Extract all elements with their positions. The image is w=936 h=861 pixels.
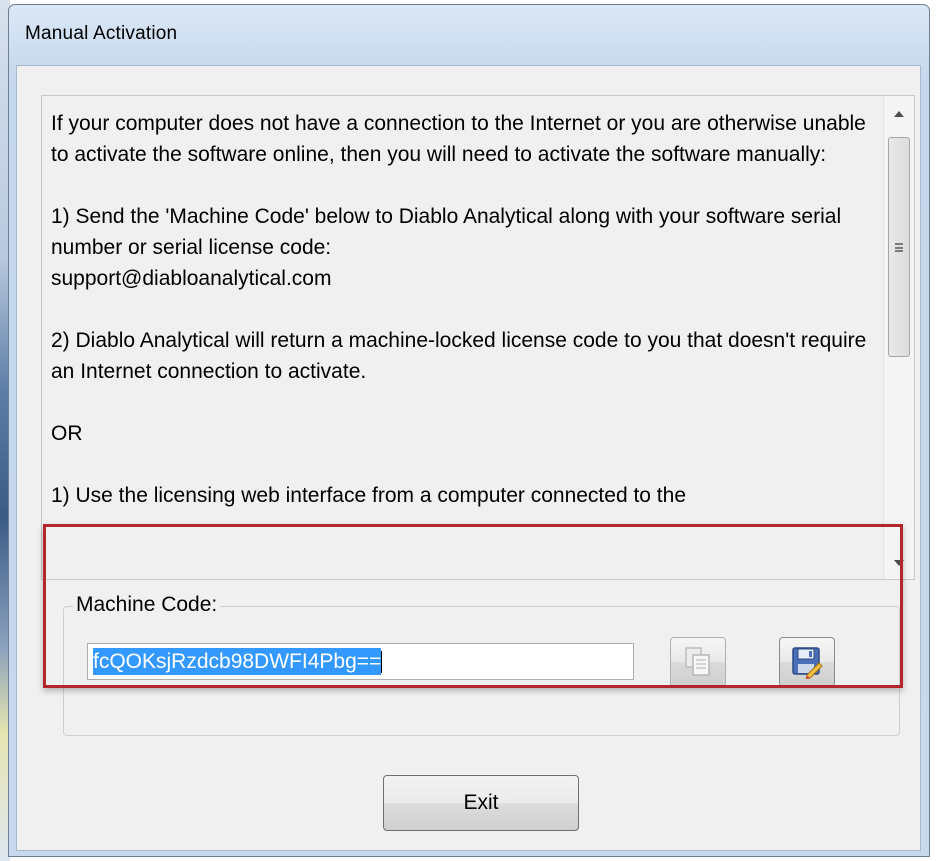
exit-button[interactable]: Exit	[383, 775, 579, 831]
window-title: Manual Activation	[25, 23, 178, 44]
dialog-client-area: If your computer does not have a connect…	[16, 65, 921, 851]
manual-activation-dialog: Manual Activation If your computer does …	[8, 4, 930, 857]
vertical-scrollbar[interactable]	[883, 96, 914, 579]
highlight-frame	[43, 524, 903, 688]
scroll-grip-icon	[895, 242, 903, 252]
instructions-textbox[interactable]: If your computer does not have a connect…	[41, 95, 915, 580]
scroll-thumb[interactable]	[888, 137, 910, 357]
instructions-text: If your computer does not have a connect…	[51, 112, 867, 507]
scroll-up-arrow-icon[interactable]	[884, 100, 914, 128]
